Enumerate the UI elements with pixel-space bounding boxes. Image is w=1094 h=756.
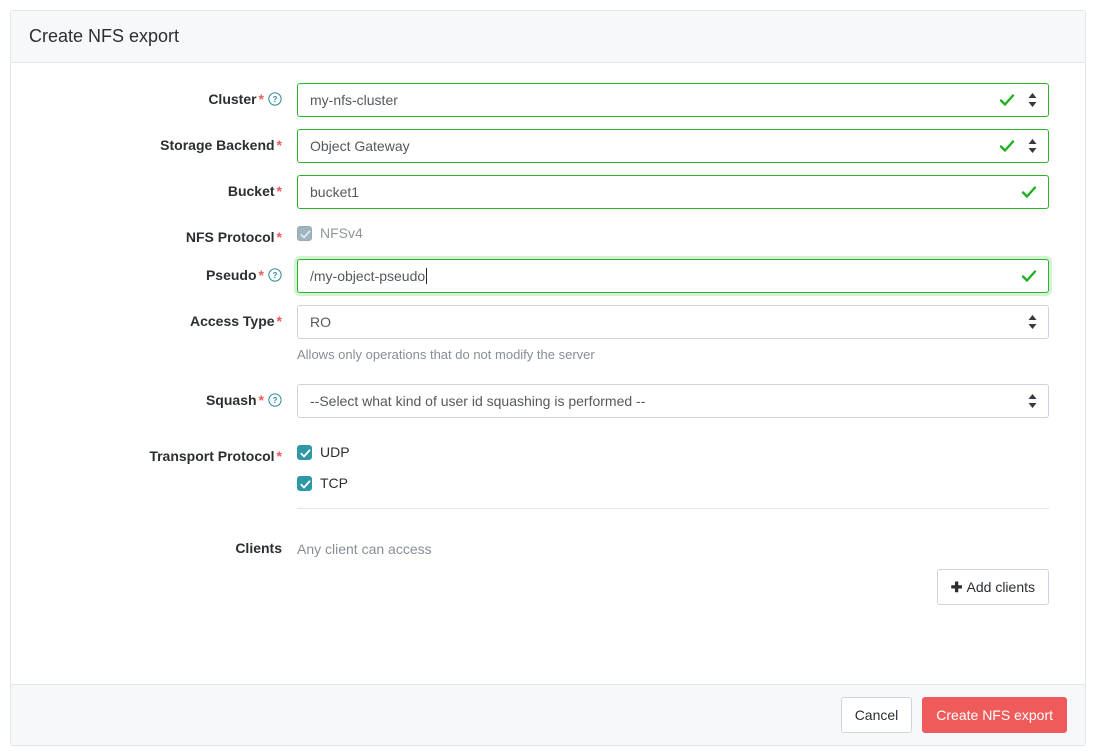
cluster-select[interactable]: my-nfs-cluster bbox=[297, 83, 1049, 117]
create-nfs-export-card: Create NFS export Cluster*? my-nfs-clust… bbox=[10, 10, 1086, 746]
clients-status-text: Any client can access bbox=[297, 532, 1049, 559]
add-clients-button-label: Add clients bbox=[967, 579, 1035, 595]
help-circle-icon[interactable]: ? bbox=[268, 268, 282, 282]
dialog-header: Create NFS export bbox=[11, 11, 1085, 63]
access-type-field-cell: RO Allows only operations that do not mo… bbox=[297, 305, 1067, 364]
cluster-control: my-nfs-cluster bbox=[297, 83, 1049, 117]
access-type-control: RO bbox=[297, 305, 1049, 339]
squash-control: --Select what kind of user id squashing … bbox=[297, 384, 1049, 418]
nfs-protocol-field-cell: NFSv4 bbox=[297, 221, 1067, 245]
nfsv4-checkbox bbox=[297, 226, 312, 241]
form-row-cluster: Cluster*? my-nfs-cluster bbox=[29, 83, 1067, 117]
plus-icon: ✚ bbox=[951, 579, 963, 595]
bucket-label: Bucket bbox=[228, 183, 275, 199]
clients-section-divider bbox=[297, 508, 1049, 509]
nfs-protocol-label-cell: NFS Protocol* bbox=[29, 221, 297, 247]
transport-protocol-label: Transport Protocol bbox=[149, 448, 274, 464]
form-row-nfs-protocol: NFS Protocol* NFSv4 bbox=[29, 221, 1067, 247]
access-type-label-cell: Access Type* bbox=[29, 305, 297, 331]
cluster-field-cell: my-nfs-cluster bbox=[297, 83, 1067, 117]
tcp-checkbox-label: TCP bbox=[320, 473, 348, 493]
dialog-footer: Cancel Create NFS export bbox=[11, 684, 1085, 745]
access-type-required-marker: * bbox=[277, 313, 282, 329]
cluster-label-cell: Cluster*? bbox=[29, 83, 297, 109]
storage-backend-control: Object Gateway bbox=[297, 129, 1049, 163]
udp-checkbox-row[interactable]: UDP bbox=[297, 440, 1049, 464]
add-clients-button[interactable]: ✚Add clients bbox=[937, 569, 1049, 605]
clients-label-cell: Clients bbox=[29, 532, 297, 558]
transport-protocol-required-marker: * bbox=[277, 448, 282, 464]
storage-backend-field-cell: Object Gateway bbox=[297, 129, 1067, 163]
pseudo-control: /my-object-pseudo bbox=[297, 259, 1049, 293]
svg-text:?: ? bbox=[273, 95, 278, 104]
form-row-storage-backend: Storage Backend* Object Gateway bbox=[29, 129, 1067, 163]
squash-required-marker: * bbox=[259, 392, 264, 408]
tcp-checkbox[interactable] bbox=[297, 476, 312, 491]
form-row-access-type: Access Type* RO Allows only operations t… bbox=[29, 305, 1067, 364]
udp-checkbox-label: UDP bbox=[320, 442, 350, 462]
pseudo-label: Pseudo bbox=[206, 267, 257, 283]
storage-backend-select[interactable]: Object Gateway bbox=[297, 129, 1049, 163]
nfsv4-checkbox-label: NFSv4 bbox=[320, 223, 363, 243]
bucket-control: bucket1 bbox=[297, 175, 1049, 209]
pseudo-required-marker: * bbox=[259, 267, 264, 283]
squash-label-cell: Squash*? bbox=[29, 384, 297, 410]
storage-backend-required-marker: * bbox=[277, 137, 282, 153]
form-row-squash: Squash*? --Select what kind of user id s… bbox=[29, 384, 1067, 418]
clients-field-cell: Any client can access ✚Add clients bbox=[297, 532, 1067, 605]
form-row-clients: Clients Any client can access ✚Add clien… bbox=[29, 532, 1067, 605]
create-nfs-export-button[interactable]: Create NFS export bbox=[922, 697, 1067, 733]
access-type-help-text: Allows only operations that do not modif… bbox=[297, 346, 1049, 364]
transport-protocol-field-cell: UDP TCP bbox=[297, 440, 1067, 509]
nfsv4-checkbox-row: NFSv4 bbox=[297, 221, 1049, 245]
squash-label: Squash bbox=[206, 392, 257, 408]
svg-text:?: ? bbox=[273, 396, 278, 405]
bucket-required-marker: * bbox=[277, 183, 282, 199]
create-nfs-export-page: Create NFS export Cluster*? my-nfs-clust… bbox=[0, 0, 1094, 756]
svg-text:?: ? bbox=[273, 271, 278, 280]
access-type-label: Access Type bbox=[190, 313, 275, 329]
text-cursor bbox=[426, 268, 427, 284]
bucket-input[interactable]: bucket1 bbox=[297, 175, 1049, 209]
add-clients-wrap: ✚Add clients bbox=[297, 569, 1049, 605]
pseudo-label-cell: Pseudo*? bbox=[29, 259, 297, 285]
cluster-required-marker: * bbox=[259, 91, 264, 107]
squash-select[interactable]: --Select what kind of user id squashing … bbox=[297, 384, 1049, 418]
pseudo-input[interactable]: /my-object-pseudo bbox=[297, 259, 1049, 293]
form-row-bucket: Bucket* bucket1 bbox=[29, 175, 1067, 209]
nfs-protocol-required-marker: * bbox=[277, 229, 282, 245]
cluster-label: Cluster bbox=[208, 91, 256, 107]
clients-label: Clients bbox=[235, 540, 282, 556]
form-row-pseudo: Pseudo*? /my-object-pseudo bbox=[29, 259, 1067, 293]
form-body: Cluster*? my-nfs-cluster Storage Backend… bbox=[11, 63, 1085, 684]
pseudo-field-cell: /my-object-pseudo bbox=[297, 259, 1067, 293]
udp-checkbox[interactable] bbox=[297, 445, 312, 460]
help-circle-icon[interactable]: ? bbox=[268, 393, 282, 407]
transport-protocol-label-cell: Transport Protocol* bbox=[29, 440, 297, 466]
tcp-checkbox-row[interactable]: TCP bbox=[297, 471, 1049, 495]
bucket-label-cell: Bucket* bbox=[29, 175, 297, 201]
access-type-select[interactable]: RO bbox=[297, 305, 1049, 339]
nfs-protocol-label: NFS Protocol bbox=[186, 229, 275, 245]
squash-field-cell: --Select what kind of user id squashing … bbox=[297, 384, 1067, 418]
page-title: Create NFS export bbox=[29, 25, 1067, 47]
form-row-transport-protocol: Transport Protocol* UDP TCP bbox=[29, 440, 1067, 509]
storage-backend-label-cell: Storage Backend* bbox=[29, 129, 297, 155]
cancel-button[interactable]: Cancel bbox=[841, 697, 913, 733]
storage-backend-label: Storage Backend bbox=[160, 137, 274, 153]
help-circle-icon[interactable]: ? bbox=[268, 92, 282, 106]
bucket-field-cell: bucket1 bbox=[297, 175, 1067, 209]
pseudo-input-value: /my-object-pseudo bbox=[310, 266, 425, 286]
